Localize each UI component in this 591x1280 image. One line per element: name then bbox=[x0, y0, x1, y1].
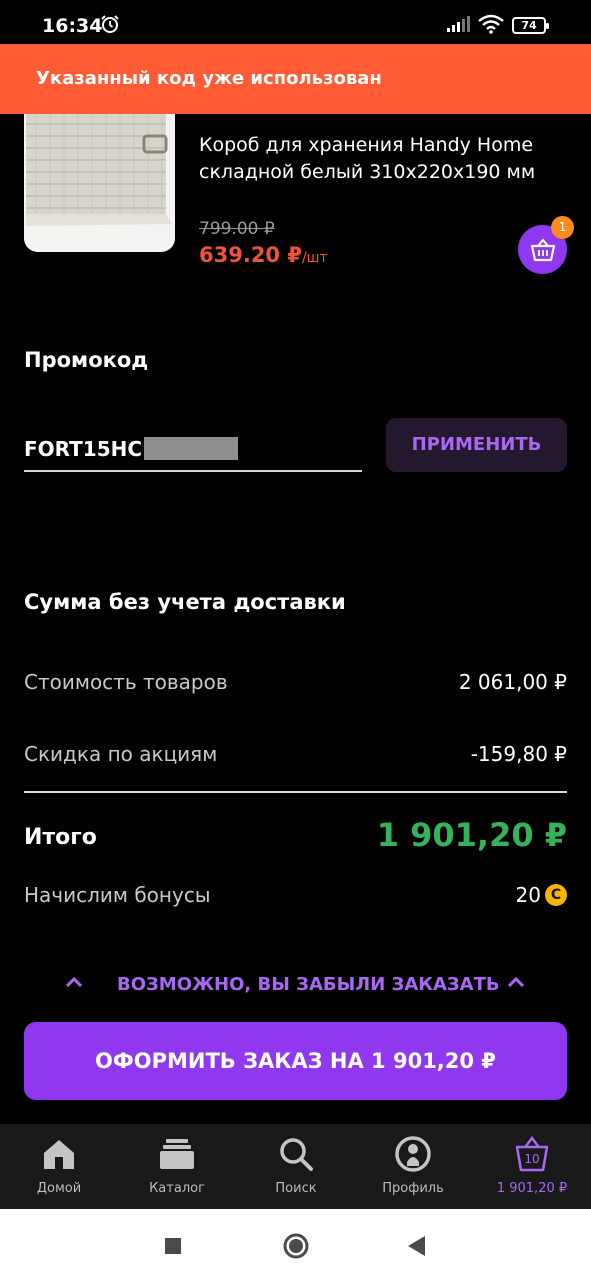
home-icon bbox=[44, 1140, 74, 1169]
toast-message: Указанный код уже использован bbox=[36, 68, 382, 89]
alarm-icon bbox=[101, 15, 119, 33]
profile-icon bbox=[395, 1136, 431, 1172]
product-image[interactable] bbox=[24, 114, 175, 252]
promo-title: Промокод bbox=[24, 348, 149, 372]
price-unit: /шт bbox=[301, 250, 328, 266]
bonus-amount: 20 C bbox=[516, 883, 567, 907]
signal-icon bbox=[447, 16, 470, 32]
nav-catalog-label: Каталог bbox=[149, 1181, 205, 1196]
bonus-number: 20 bbox=[515, 883, 541, 907]
redacted-block bbox=[144, 437, 238, 460]
chevron-up-icon bbox=[507, 976, 525, 988]
status-bar: 16:34 74 bbox=[0, 0, 591, 44]
nav-search-label: Поиск bbox=[275, 1181, 317, 1196]
summary-title: Сумма без учета доставки bbox=[24, 590, 346, 614]
back-button[interactable] bbox=[405, 1231, 427, 1261]
bonus-coin-icon: C bbox=[545, 884, 567, 906]
nav-cart[interactable]: 10 1 901,20 ₽ bbox=[477, 1124, 587, 1209]
old-price: 799.00 ₽ bbox=[199, 219, 275, 239]
forgot-to-order-toggle[interactable]: ВОЗМОЖНО, ВЫ ЗАБЫЛИ ЗАКАЗАТЬ bbox=[0, 970, 591, 1000]
apply-promo-button[interactable]: ПРИМЕНИТЬ bbox=[386, 418, 567, 472]
status-time: 16:34 bbox=[42, 15, 103, 37]
cart-qty-badge: 1 bbox=[551, 216, 574, 239]
recent-apps-button[interactable] bbox=[163, 1231, 183, 1261]
discount-label: Скидка по акциям bbox=[24, 742, 218, 766]
new-price: 639.20 ₽/шт bbox=[199, 243, 328, 267]
nav-cart-label: 1 901,20 ₽ bbox=[496, 1181, 568, 1196]
forgot-to-order-label: ВОЗМОЖНО, ВЫ ЗАБЫЛИ ЗАКАЗАТЬ bbox=[117, 974, 500, 995]
summary-divider bbox=[24, 791, 567, 793]
bottom-nav: Домой Каталог Поиск Профиль 10 1 901,20 … bbox=[0, 1124, 591, 1209]
nav-cart-count: 10 bbox=[524, 1152, 540, 1166]
catalog-icon bbox=[160, 1139, 194, 1169]
error-toast[interactable]: Указанный код уже использован bbox=[0, 44, 591, 114]
product-name[interactable]: Короб для хранения Handy Home складной б… bbox=[199, 132, 559, 186]
promo-input[interactable]: FORT15HC bbox=[24, 432, 362, 472]
nav-home-label: Домой bbox=[36, 1181, 82, 1196]
new-price-value: 639.20 ₽ bbox=[199, 243, 302, 267]
home-button[interactable] bbox=[281, 1231, 311, 1261]
total-value: 1 901,20 ₽ bbox=[376, 816, 567, 854]
nav-profile-label: Профиль bbox=[382, 1181, 444, 1196]
battery-indicator: 74 bbox=[512, 17, 549, 34]
wifi-icon bbox=[478, 14, 504, 34]
nav-home[interactable]: Домой bbox=[4, 1124, 114, 1209]
bonus-label: Начислим бонусы bbox=[24, 883, 211, 907]
nav-search[interactable]: Поиск bbox=[241, 1124, 351, 1209]
chevron-up-icon bbox=[65, 976, 83, 988]
nav-catalog[interactable]: Каталог bbox=[122, 1124, 232, 1209]
storage-box-picture bbox=[24, 114, 175, 252]
total-label: Итого bbox=[24, 825, 97, 850]
basket-icon bbox=[530, 237, 555, 261]
goods-cost-label: Стоимость товаров bbox=[24, 670, 228, 694]
checkout-button[interactable]: ОФОРМИТЬ ЗАКАЗ НА 1 901,20 ₽ bbox=[24, 1022, 567, 1100]
nav-profile[interactable]: Профиль bbox=[358, 1124, 468, 1209]
system-nav-bar bbox=[0, 1209, 591, 1280]
search-icon bbox=[280, 1138, 313, 1171]
promo-code-value: FORT15HC bbox=[24, 437, 143, 461]
goods-cost-value: 2 061,00 ₽ bbox=[458, 670, 567, 694]
discount-value: -159,80 ₽ bbox=[470, 742, 567, 766]
